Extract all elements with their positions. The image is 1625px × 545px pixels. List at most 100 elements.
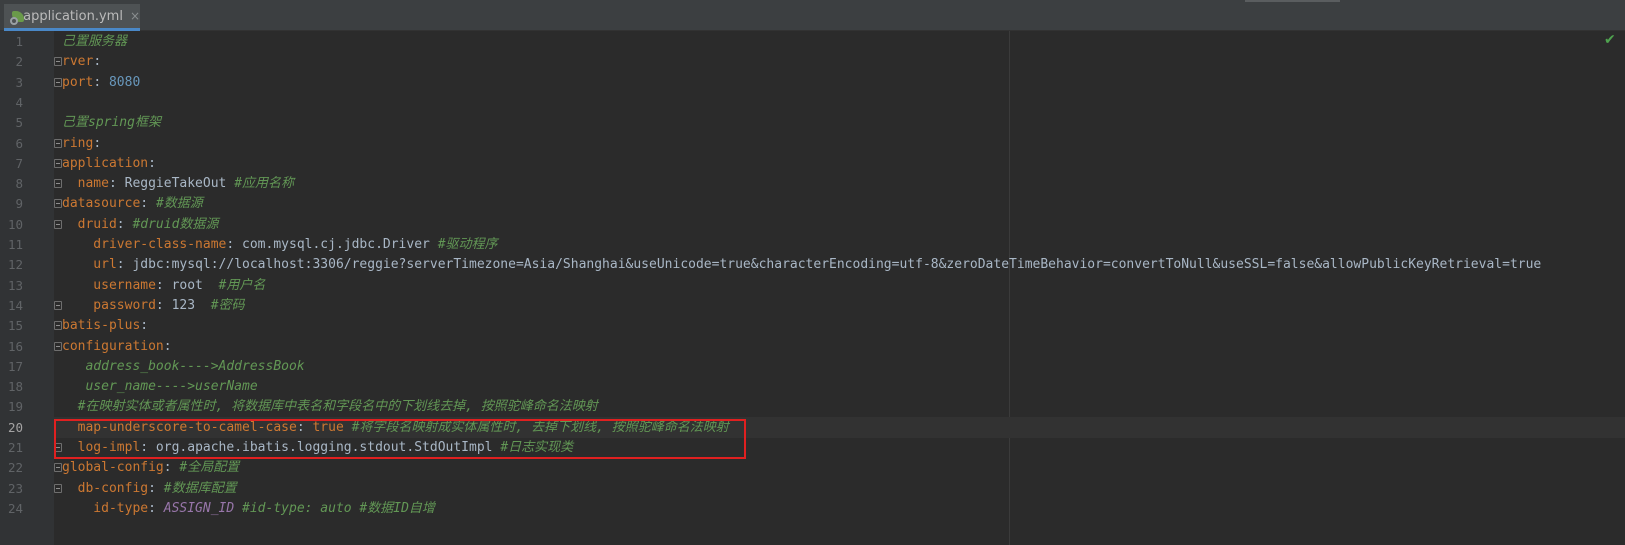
code-line[interactable]: db-config: #数据库配置 (62, 478, 237, 499)
line-number: 15 (7, 318, 23, 333)
code-line[interactable]: port: 8080 (62, 72, 140, 93)
code-line[interactable]: address_book---->AddressBook (62, 356, 305, 377)
tab-label: application.yml (23, 8, 123, 24)
code-token: : (93, 75, 109, 90)
code-line[interactable]: user_name---->userName (62, 376, 258, 397)
code-token: user_name---->userName (62, 379, 258, 394)
code-token: : (163, 339, 172, 354)
code-line[interactable]: password: 123 #密码 (62, 295, 245, 316)
line-number: 23 (7, 481, 23, 496)
code-token: #数据源 (155, 196, 203, 211)
line-number: 8 (15, 176, 23, 191)
tab-application-yml[interactable]: application.yml × (4, 4, 140, 31)
fold-marker-icon[interactable] (54, 199, 62, 208)
code-line[interactable]: id-type: ASSIGN_ID #id-type: auto #数据ID自… (62, 498, 435, 519)
code-token: address_book---->AddressBook (62, 359, 305, 374)
line-number: 11 (7, 237, 23, 252)
code-token: #全局配置 (179, 460, 240, 475)
code-line[interactable]: driver-class-name: com.mysql.cj.jdbc.Dri… (62, 234, 498, 255)
code-line[interactable]: 己置服务器 (62, 31, 127, 52)
tab-bar-scroll-indicator (1245, 0, 1340, 2)
line-number: 9 (15, 196, 23, 211)
fold-marker-icon[interactable] (54, 220, 62, 229)
line-number: 12 (7, 257, 23, 272)
code-token: : (148, 501, 164, 516)
line-number: 4 (15, 95, 23, 110)
line-number: 1 (15, 34, 23, 49)
code-token: name (62, 176, 109, 191)
inspection-ok-icon: ✔ (1604, 32, 1616, 48)
code-line[interactable]: configuration: (62, 336, 172, 357)
code-token: druid (62, 217, 117, 232)
line-number: 18 (7, 379, 23, 394)
fold-marker-icon[interactable] (54, 159, 62, 168)
highlight-annotation-box (54, 419, 746, 459)
fold-marker-icon[interactable] (54, 301, 62, 310)
code-token: : jdbc:mysql://localhost:3306/reggie?ser… (116, 257, 1542, 272)
line-number: 21 (7, 440, 23, 455)
code-token: #驱动程序 (437, 237, 498, 252)
editor-tab-bar: application.yml × (0, 0, 1625, 31)
code-token: ring (62, 136, 94, 151)
code-token: : 123 (155, 298, 211, 313)
code-line[interactable]: ring: (62, 133, 101, 154)
code-token: rver (62, 54, 94, 69)
code-token: : (116, 217, 133, 232)
line-number: 16 (7, 339, 23, 354)
code-line[interactable]: 己置spring框架 (62, 112, 161, 133)
code-token: url (62, 257, 117, 272)
code-token: : (93, 54, 102, 69)
code-line[interactable]: name: ReggieTakeOut #应用名称 (62, 173, 294, 194)
line-number: 19 (7, 399, 23, 414)
spring-yaml-icon (10, 9, 24, 25)
code-token: : (93, 136, 102, 151)
fold-marker-icon[interactable] (54, 484, 62, 493)
close-icon[interactable]: × (130, 9, 140, 23)
code-token: : com.mysql.cj.jdbc.Driver (226, 237, 438, 252)
line-number: 6 (15, 136, 23, 151)
code-token: batis-plus (62, 318, 141, 333)
code-token: #应用名称 (234, 176, 295, 191)
code-line[interactable]: datasource: #数据源 (62, 193, 203, 214)
code-token: : (148, 481, 164, 496)
code-line[interactable]: druid: #druid数据源 (62, 214, 219, 235)
code-token: id-type (62, 501, 149, 516)
code-editor[interactable] (54, 31, 1625, 545)
code-line[interactable]: url: jdbc:mysql://localhost:3306/reggie?… (62, 254, 1541, 275)
code-token: username (62, 278, 156, 293)
fold-marker-icon[interactable] (54, 139, 62, 148)
code-line[interactable]: rver: (62, 51, 101, 72)
code-token: 己置服务器 (62, 34, 128, 49)
fold-marker-icon[interactable] (54, 342, 62, 351)
code-token: 己置spring框架 (62, 115, 161, 130)
code-line[interactable]: #在映射实体或者属性时, 将数据库中表名和字段名中的下划线去掉, 按照驼峰命名法… (62, 396, 598, 417)
code-token: : (140, 318, 149, 333)
right-margin-guide (1009, 31, 1010, 545)
code-line[interactable]: batis-plus: (62, 315, 148, 336)
line-number: 13 (7, 278, 23, 293)
code-token: : (163, 460, 180, 475)
code-token: 8080 (108, 75, 141, 90)
line-number: 20 (7, 420, 23, 435)
code-token: : root (155, 278, 219, 293)
fold-marker-icon[interactable] (54, 78, 62, 87)
code-token: port (62, 75, 94, 90)
code-line[interactable]: application: (62, 153, 156, 174)
fold-marker-icon[interactable] (54, 321, 62, 330)
fold-marker-icon[interactable] (54, 179, 62, 188)
line-number: 2 (15, 54, 23, 69)
line-number: 22 (7, 460, 23, 475)
fold-marker-icon[interactable] (54, 57, 62, 66)
code-token: #用户名 (218, 278, 266, 293)
code-token: password (62, 298, 156, 313)
line-number: 7 (15, 156, 23, 171)
line-number: 3 (15, 75, 23, 90)
fold-marker-icon[interactable] (54, 463, 62, 472)
code-token: #id-type: auto #数据ID自增 (242, 501, 435, 516)
code-line[interactable]: global-config: #全局配置 (62, 457, 239, 478)
code-token: #密码 (210, 298, 245, 313)
line-number: 14 (7, 298, 23, 313)
code-token: application (62, 156, 149, 171)
code-token: datasource (62, 196, 141, 211)
code-line[interactable]: username: root #用户名 (62, 275, 265, 296)
